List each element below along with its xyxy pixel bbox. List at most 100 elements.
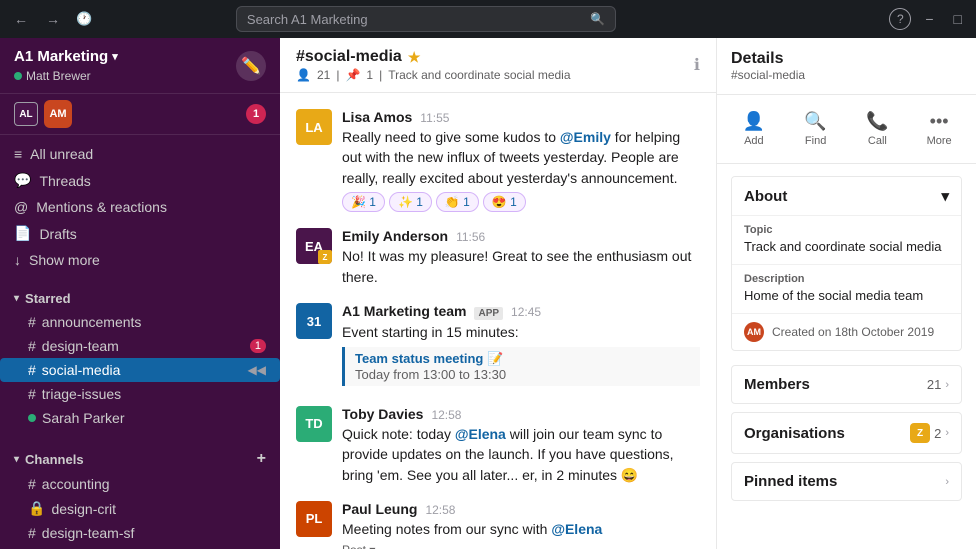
help-button[interactable]: ?: [889, 8, 911, 30]
back-button[interactable]: ←: [8, 7, 34, 31]
msg-quote[interactable]: Team status meeting 📝 Today from 13:00 t…: [342, 347, 700, 386]
about-section-header[interactable]: About ▾: [732, 177, 961, 215]
channel-design-team-sf[interactable]: # design-team-sf: [0, 521, 280, 545]
msg-text: Really need to give some kudos to @Emily…: [342, 127, 700, 188]
phone-icon: 📞: [866, 111, 888, 132]
threads-icon: 💬: [14, 172, 31, 189]
mention[interactable]: @Emily: [560, 129, 611, 145]
pinned-items-row[interactable]: Pinned items ›: [731, 462, 962, 501]
channel-design-team[interactable]: # design-team 1: [0, 334, 280, 358]
msg-text: Event starting in 15 minutes:: [342, 322, 700, 342]
nav-all-unread[interactable]: ≡ All unread: [0, 141, 280, 167]
organisations-row[interactable]: Organisations Z 2 ›: [731, 412, 962, 454]
table-row: LA Lisa Amos 11:55 Really need to give s…: [296, 109, 700, 212]
avatar-am[interactable]: AM: [44, 100, 72, 128]
msg-time: 12:58: [431, 408, 461, 422]
user-status: Matt Brewer: [14, 69, 118, 83]
details-header: Details #social-media: [717, 38, 976, 95]
channel-meta: 👤 21 | 📌 1 | Track and coordinate social…: [296, 68, 571, 82]
workspace-chevron-icon: ▾: [112, 50, 118, 63]
msg-text: Meeting notes from our sync with @Elena: [342, 519, 700, 539]
channel-accounting[interactable]: # accounting: [0, 472, 280, 496]
msg-text: Quick note: today @Elena will join our t…: [342, 424, 700, 485]
minimize-button[interactable]: −: [919, 7, 939, 31]
msg-time: 12:45: [511, 305, 541, 319]
search-bar[interactable]: 🔍: [236, 6, 616, 32]
channel-design-crit[interactable]: 🔒 design-crit: [0, 496, 280, 521]
add-channel-icon[interactable]: +: [257, 450, 266, 468]
channels-section-header[interactable]: ▾ Channels +: [0, 446, 280, 472]
reaction-party[interactable]: 🎉 1: [342, 192, 385, 212]
mentions-icon: @: [14, 199, 28, 215]
forward-button[interactable]: →: [40, 7, 66, 31]
app-badge: APP: [474, 307, 503, 320]
msg-author: Toby Davies: [342, 406, 423, 422]
channel-social-media[interactable]: # social-media ◀◀: [0, 358, 280, 382]
design-team-badge: 1: [250, 339, 266, 353]
details-body: About ▾ Topic Track and coordinate socia…: [717, 164, 976, 549]
quote-sub: Today from 13:00 to 13:30: [355, 367, 690, 382]
org-chevron-icon: ›: [945, 427, 949, 439]
maximize-button[interactable]: □: [948, 7, 968, 31]
avatar: 31: [296, 303, 332, 339]
pinned-chevron-icon: ›: [945, 476, 949, 488]
main-layout: A1 Marketing ▾ Matt Brewer ✏️ AL AM 1 ≡ …: [0, 38, 976, 549]
channel-triage-issues[interactable]: # triage-issues: [0, 382, 280, 406]
avatar: EA Z: [296, 228, 332, 264]
members-row[interactable]: Members 21 ›: [731, 365, 962, 404]
channels-section: ▾ Channels + # accounting 🔒 design-crit …: [0, 438, 280, 549]
details-panel: Details #social-media 👤 Add 🔍 Find 📞 Cal…: [716, 38, 976, 549]
msg-time: 11:55: [420, 111, 449, 125]
nav-show-more[interactable]: ↓ Show more: [0, 247, 280, 273]
nav-drafts[interactable]: 📄 Drafts: [0, 220, 280, 247]
topbar: ← → 🕐 🔍 ? − □: [0, 0, 976, 38]
call-action-button[interactable]: 📞 Call: [849, 105, 907, 153]
avatar-al[interactable]: AL: [14, 102, 38, 126]
quote-title[interactable]: Team status meeting 📝: [355, 351, 690, 367]
search-input[interactable]: [247, 12, 590, 27]
add-action-button[interactable]: 👤 Add: [725, 105, 783, 153]
starred-section-header[interactable]: ▾ Starred: [0, 287, 280, 310]
drafts-icon: 📄: [14, 225, 31, 242]
mention[interactable]: @Elena: [455, 426, 506, 442]
msg-text: No! It was my pleasure! Great to see the…: [342, 246, 700, 287]
find-icon: 🔍: [804, 111, 826, 132]
reaction-sparkle[interactable]: ✨ 1: [389, 192, 432, 212]
details-actions: 👤 Add 🔍 Find 📞 Call ••• More: [717, 95, 976, 164]
compose-button[interactable]: ✏️: [236, 51, 266, 81]
notification-badge: 1: [246, 104, 266, 124]
topbar-right: ? − □: [889, 7, 968, 31]
find-action-button[interactable]: 🔍 Find: [787, 105, 845, 153]
description-field: Description Home of the social media tea…: [732, 264, 961, 313]
post-link[interactable]: Post ▾: [342, 543, 700, 549]
sidebar-nav: ≡ All unread 💬 Threads @ Mentions & reac…: [0, 135, 280, 279]
table-row: PL Paul Leung 12:58 Meeting notes from o…: [296, 501, 700, 549]
bookmark-icon: ◀◀: [248, 363, 266, 377]
workspace-name[interactable]: A1 Marketing ▾: [14, 48, 118, 65]
messages-list: LA Lisa Amos 11:55 Really need to give s…: [280, 93, 716, 549]
channel-star-icon[interactable]: ★: [408, 49, 421, 66]
dm-sarah-parker[interactable]: Sarah Parker: [0, 406, 280, 430]
show-more-icon: ↓: [14, 252, 21, 268]
about-section: About ▾ Topic Track and coordinate socia…: [731, 176, 962, 351]
message-content: Toby Davies 12:58 Quick note: today @Ele…: [342, 406, 700, 485]
topic-field: Topic Track and coordinate social media: [732, 215, 961, 264]
details-title: Details: [731, 50, 962, 68]
channel-announcements[interactable]: # announcements: [0, 310, 280, 334]
nav-mentions[interactable]: @ Mentions & reactions: [0, 194, 280, 220]
message-content: Lisa Amos 11:55 Really need to give some…: [342, 109, 700, 212]
more-action-button[interactable]: ••• More: [910, 105, 968, 153]
msg-author: A1 Marketing team: [342, 303, 466, 319]
info-button[interactable]: ℹ: [694, 55, 700, 75]
table-row: EA Z Emily Anderson 11:56 No! It was my …: [296, 228, 700, 287]
org-badge: Z: [910, 423, 930, 443]
mention[interactable]: @Elena: [551, 521, 602, 537]
nav-threads[interactable]: 💬 Threads: [0, 167, 280, 194]
all-unread-icon: ≡: [14, 146, 22, 162]
channels-chevron-icon: ▾: [14, 454, 19, 465]
channel-help-design[interactable]: # help-design: [0, 545, 280, 549]
reaction-heart-eyes[interactable]: 😍 1: [483, 192, 526, 212]
reaction-clap[interactable]: 👏 1: [436, 192, 479, 212]
msg-author: Emily Anderson: [342, 228, 448, 244]
search-icon: 🔍: [590, 12, 605, 26]
